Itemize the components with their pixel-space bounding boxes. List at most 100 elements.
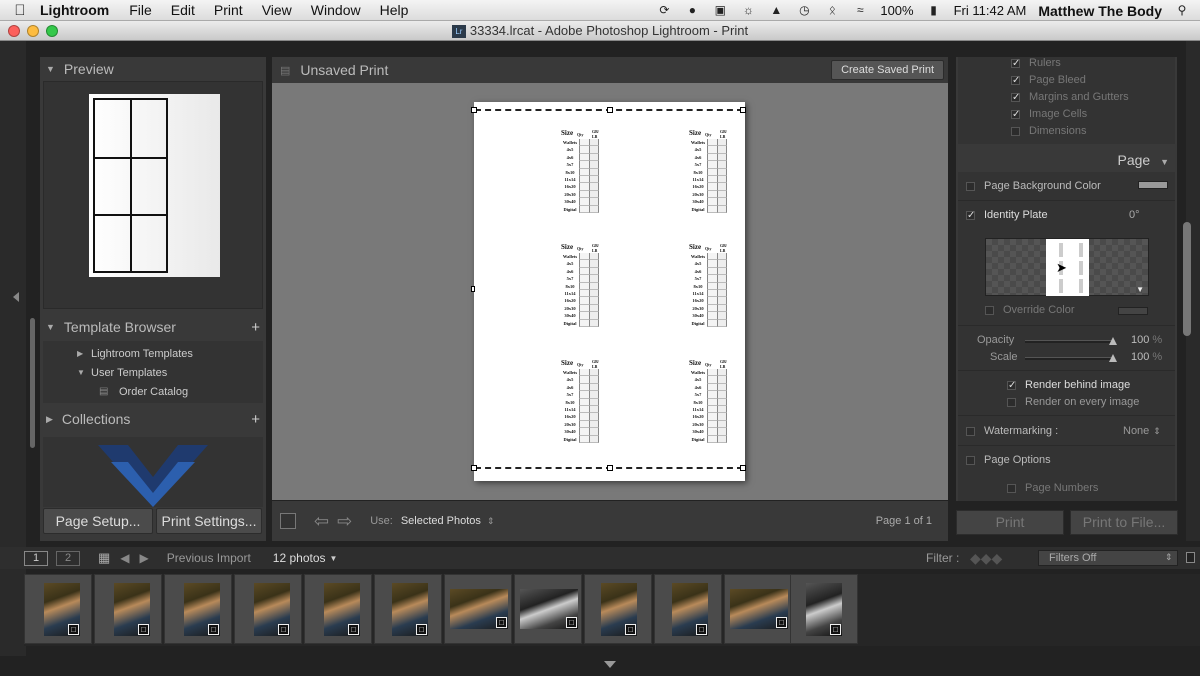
order-card[interactable]: Size Qty GB/ LB Wallets 4x5 4x6 5x7 8x10 11x14 16… — [561, 243, 605, 331]
scale-slider[interactable] — [1025, 354, 1117, 362]
photo-thumbnail[interactable]: □ — [520, 589, 578, 629]
add-collection-icon[interactable]: + — [251, 411, 260, 428]
photo-thumbnail[interactable]: □ — [324, 583, 360, 636]
next-page-icon[interactable]: ⇨ — [337, 511, 352, 532]
filmstrip-cell[interactable]: □ — [304, 574, 372, 644]
apple-menu-icon[interactable]:  — [0, 2, 40, 19]
close-window-icon[interactable] — [8, 25, 20, 37]
menu-edit[interactable]: Edit — [171, 2, 195, 18]
resize-handle[interactable] — [607, 107, 613, 113]
guide-margins-gutters[interactable]: ✓ Margins and Gutters — [1011, 91, 1129, 103]
toggle-toolbar-button[interactable] — [280, 513, 296, 529]
zoom-window-icon[interactable] — [46, 25, 58, 37]
resize-handle[interactable] — [471, 107, 477, 113]
checkbox[interactable] — [985, 305, 994, 315]
page-options-row[interactable]: Page Options — [966, 454, 1051, 466]
filter-flags-icon[interactable]: ◆◆◆ — [970, 550, 1002, 567]
render-every-row[interactable]: Render on every image — [1007, 396, 1139, 408]
template-order-catalog[interactable]: ▤ Order Catalog — [43, 382, 263, 401]
photo-thumbnail[interactable]: □ — [392, 583, 428, 636]
minimize-window-icon[interactable] — [27, 25, 39, 37]
slider-thumb[interactable] — [1109, 337, 1117, 345]
grid-view-icon[interactable]: ▦ — [98, 550, 110, 566]
menu-window[interactable]: Window — [311, 2, 361, 18]
screen-share-icon[interactable]: ▣ — [712, 4, 728, 17]
page-bg-color-row[interactable]: Page Background Color — [966, 180, 1101, 192]
order-card[interactable]: Size Qty GB/ LB Wallets 4x5 4x6 5x7 8x10 11x14 16… — [689, 243, 733, 331]
photo-thumbnail[interactable]: □ — [806, 583, 842, 636]
order-card[interactable]: Size Qty GB/ LB Wallets 4x5 4x6 5x7 8x10 11x14 16… — [561, 129, 605, 217]
page-panel-header[interactable]: Page ▼ — [1117, 152, 1169, 168]
resize-handle[interactable] — [471, 465, 477, 471]
menu-user[interactable]: Matthew The Body — [1038, 3, 1162, 19]
notification-bell-icon[interactable]: ● — [684, 4, 700, 17]
identity-plate-preview[interactable]: ➤ ▼ — [985, 238, 1149, 296]
resize-handle[interactable] — [740, 465, 746, 471]
filmstrip-cell[interactable]: □ — [790, 574, 858, 644]
dropdown-triangle-icon[interactable]: ▼ — [330, 554, 338, 563]
primary-window-button[interactable]: 1 — [24, 550, 48, 566]
print-button[interactable]: Print — [956, 510, 1064, 535]
override-color-swatch[interactable] — [1118, 307, 1148, 315]
photo-thumbnail[interactable]: □ — [254, 583, 290, 636]
photo-count[interactable]: 12 photos — [273, 551, 326, 565]
resize-handle[interactable] — [607, 465, 613, 471]
filmstrip-cell[interactable]: □ — [24, 574, 92, 644]
checkbox[interactable] — [966, 455, 975, 465]
checkbox[interactable] — [1007, 397, 1016, 407]
filter-preset-selector[interactable]: Filters Off — [1038, 550, 1178, 566]
filmstrip-cell[interactable]: □ — [584, 574, 652, 644]
checkbox[interactable]: ✓ — [1011, 92, 1020, 102]
previous-page-icon[interactable]: ⇦ — [314, 511, 329, 532]
create-saved-print-button[interactable]: Create Saved Print — [831, 60, 944, 80]
menu-view[interactable]: View — [262, 2, 292, 18]
left-panel-scrollbar[interactable] — [30, 318, 35, 448]
filmstrip-source[interactable]: Previous Import — [167, 551, 251, 565]
filmstrip-cell[interactable]: □ — [724, 574, 792, 644]
checkbox[interactable]: ✓ — [1007, 380, 1016, 390]
airplay-icon[interactable]: ▲ — [768, 4, 784, 17]
print-settings-button[interactable]: Print Settings... — [156, 508, 262, 534]
collections-header[interactable]: ▶ Collections + — [40, 407, 266, 431]
time-machine-icon[interactable]: ◷ — [796, 4, 812, 17]
photo-thumbnail[interactable]: □ — [601, 583, 637, 636]
order-card[interactable]: Size Qty GB/ LB Wallets 4x5 4x6 5x7 8x10 11x14 16… — [689, 129, 733, 217]
chevron-updown-icon[interactable]: ⇕ — [487, 516, 495, 527]
menu-print[interactable]: Print — [214, 2, 243, 18]
spotlight-search-icon[interactable]: ⚲ — [1174, 4, 1190, 17]
checkbox[interactable] — [1007, 483, 1016, 493]
opacity-value-row[interactable]: 100% — [1131, 334, 1162, 346]
left-panel-collapse-icon[interactable] — [13, 292, 19, 302]
guide-page-bleed[interactable]: ✓ Page Bleed — [1011, 74, 1086, 86]
watermark-selector[interactable]: None ⇕ — [1123, 425, 1161, 437]
photo-thumbnail[interactable]: □ — [672, 583, 708, 636]
watermarking-row[interactable]: Watermarking : — [966, 425, 1058, 437]
template-folder-user[interactable]: ▼ User Templates — [43, 363, 263, 382]
brightness-icon[interactable]: ☼ — [740, 4, 756, 17]
filmstrip-cell[interactable]: □ — [654, 574, 722, 644]
back-arrow-icon[interactable]: ◀ — [120, 551, 129, 565]
filmstrip-cell[interactable]: □ — [234, 574, 302, 644]
battery-icon[interactable]: ▮ — [926, 4, 942, 17]
filter-lock-icon[interactable] — [1186, 552, 1195, 563]
order-card[interactable]: Size Qty GB/ LB Wallets 4x5 4x6 5x7 8x10 11x14 16… — [689, 359, 733, 447]
identity-plate-row[interactable]: ✓ Identity Plate — [966, 209, 1048, 221]
resize-handle[interactable] — [471, 286, 475, 292]
menu-help[interactable]: Help — [380, 2, 409, 18]
print-page[interactable]: Size Qty GB/ LB Wallets 4x5 4x6 5x7 8x10 11x14 16… — [471, 102, 746, 481]
filmstrip-cell[interactable]: □ — [514, 574, 582, 644]
checkbox[interactable] — [966, 426, 975, 436]
secondary-window-button[interactable]: 2 — [56, 550, 80, 566]
chevron-updown-icon[interactable]: ⇕ — [1165, 552, 1173, 563]
use-selector[interactable]: Selected Photos — [401, 515, 481, 527]
slider-thumb[interactable] — [1109, 354, 1117, 362]
filmstrip-collapse-icon[interactable] — [604, 661, 616, 668]
menu-file[interactable]: File — [129, 2, 152, 18]
template-browser-header[interactable]: ▼ Template Browser + — [40, 315, 266, 339]
photo-thumbnail[interactable]: □ — [730, 589, 788, 629]
print-to-file-button[interactable]: Print to File... — [1070, 510, 1178, 535]
guide-image-cells[interactable]: ✓ Image Cells — [1011, 108, 1087, 120]
menu-clock[interactable]: Fri 11:42 AM — [954, 3, 1027, 18]
checkbox[interactable] — [1011, 126, 1020, 136]
right-panel-scrollbar[interactable] — [1183, 222, 1191, 336]
